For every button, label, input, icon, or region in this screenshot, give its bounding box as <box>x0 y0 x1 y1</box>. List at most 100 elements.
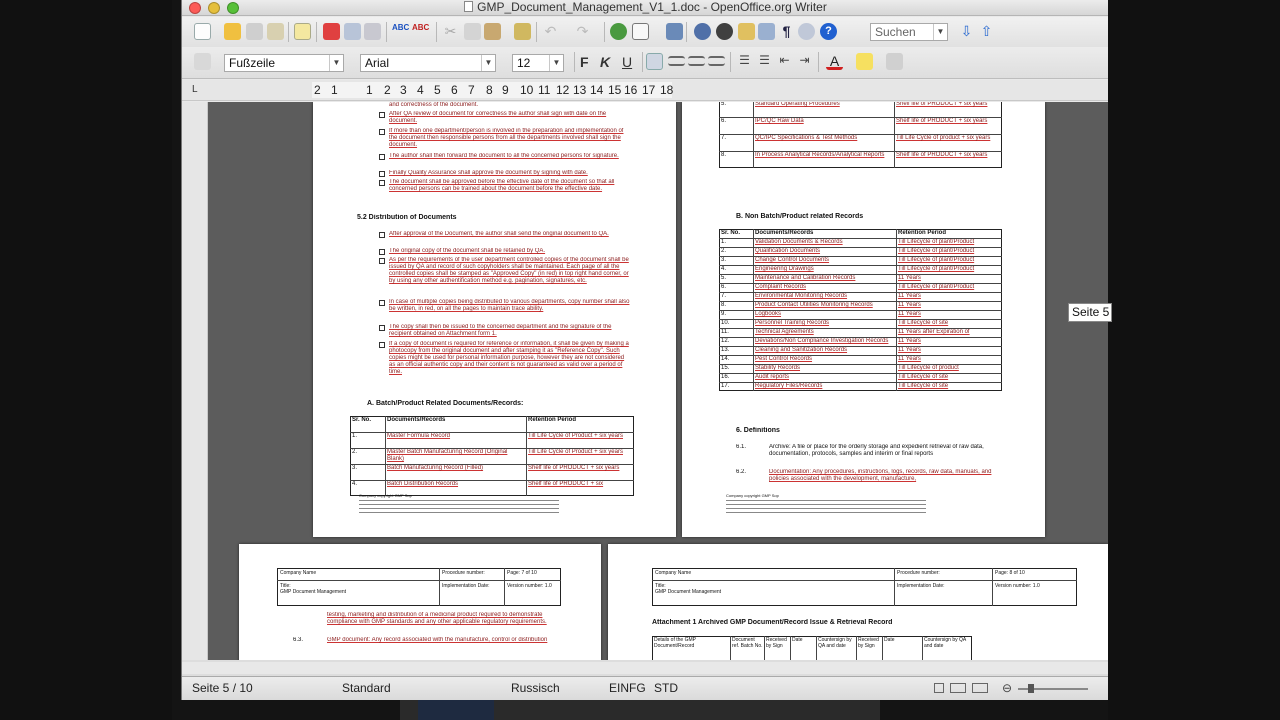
list-item: As per the requirements of the user depa… <box>389 257 629 284</box>
standard-toolbar: ABC ABC ✂ ↶ ↷ ¶ ? Suchen ▼ ⇩ ⇧ <box>182 17 1108 47</box>
find-previous-icon[interactable]: ⇧ <box>978 23 995 40</box>
paste-icon[interactable] <box>484 23 501 40</box>
page-bottom-left[interactable]: Company Name Procedure number: Page: 7 of … <box>239 544 601 660</box>
navigator-icon[interactable] <box>694 23 711 40</box>
show-draw-functions-icon[interactable] <box>666 23 683 40</box>
document-icon <box>464 1 474 12</box>
italic-button[interactable]: K <box>600 54 610 70</box>
insert-mode[interactable]: EINFG <box>609 681 646 695</box>
increase-indent-icon[interactable]: ⇥ <box>796 53 813 70</box>
format-paintbrush-icon[interactable] <box>514 23 531 40</box>
align-left-icon[interactable] <box>646 53 663 70</box>
screen: GMP_Document_Management_V1_1.doc - OpenO… <box>0 0 1280 720</box>
undo-icon[interactable]: ↶ <box>542 23 559 40</box>
table-cell: 14. <box>721 356 730 362</box>
chevron-down-icon[interactable]: ▼ <box>329 55 343 71</box>
table-cell: Validation Documents & Records <box>755 239 843 245</box>
book-view-icon[interactable] <box>972 683 988 693</box>
edit-file-icon[interactable] <box>294 23 311 40</box>
spellcheck-icon[interactable]: ABC <box>392 23 409 40</box>
ruler-number: 5 <box>434 83 441 97</box>
table-cell: Shelf life of PRODUCT + six years <box>528 465 620 471</box>
horizontal-scrollbar[interactable] <box>182 660 1108 676</box>
bullets-icon[interactable]: ☰ <box>756 53 773 70</box>
table-cell: 11 Years <box>898 302 921 308</box>
hyperlink-icon[interactable] <box>610 23 627 40</box>
page-indicator[interactable]: Seite 5 / 10 <box>192 681 253 695</box>
vertical-ruler[interactable] <box>182 102 208 660</box>
table-header-cell: Documents/Records <box>755 230 814 236</box>
justify-icon[interactable] <box>708 56 725 66</box>
table-cell: 6. <box>721 118 727 124</box>
numbering-icon[interactable]: ☰ <box>736 53 753 70</box>
font-name-select[interactable]: Arial ▼ <box>360 54 496 72</box>
multi-page-view-icon[interactable] <box>950 683 966 693</box>
dock-item[interactable] <box>418 700 494 720</box>
horizontal-ruler[interactable]: L 2 1 1 2 3 4 5 6 7 8 9 10 11 12 13 14 15 16 17 18 <box>182 80 1108 101</box>
export-pdf-icon[interactable] <box>323 23 340 40</box>
gallery-icon[interactable] <box>716 23 733 40</box>
bold-button[interactable]: F <box>580 54 589 70</box>
search-input[interactable]: Suchen ▼ <box>870 23 948 41</box>
align-center-icon[interactable] <box>668 56 685 66</box>
font-name-value: Arial <box>365 56 390 70</box>
chevron-down-icon[interactable]: ▼ <box>549 55 563 71</box>
underline-button[interactable]: U <box>622 54 632 70</box>
scrollbar-thumb[interactable] <box>182 662 1108 674</box>
zoom-slider-handle[interactable] <box>1028 684 1034 693</box>
font-size-select[interactable]: 12 ▼ <box>512 54 564 72</box>
table-icon[interactable] <box>632 23 649 40</box>
table-cell: In Process Analytical Records/Analytical… <box>755 152 885 158</box>
new-document-icon[interactable] <box>194 23 211 40</box>
table-cell: Till Lifecycle of plant/Product <box>898 257 975 263</box>
table-header-cell: Sr. No. <box>352 417 372 423</box>
email-icon[interactable] <box>267 23 284 40</box>
chevron-down-icon[interactable]: ▼ <box>933 24 947 40</box>
help-icon[interactable]: ? <box>820 23 837 40</box>
highlighting-icon[interactable] <box>856 53 873 70</box>
status-bar: Seite 5 / 10 Standard Russisch EINFG STD… <box>182 676 1108 700</box>
table-cell: Technical Agreements <box>755 329 814 335</box>
single-page-view-icon[interactable] <box>934 683 944 693</box>
find-next-icon[interactable]: ⇩ <box>958 23 975 40</box>
table-cell: Shelf life of PRODUCT + six years <box>896 152 988 158</box>
table-col-line <box>816 636 817 660</box>
table-col-line <box>882 636 883 660</box>
header-col-line <box>992 568 993 606</box>
autospellcheck-icon[interactable]: ABC <box>412 23 429 40</box>
decrease-indent-icon[interactable]: ⇤ <box>776 53 793 70</box>
cut-icon[interactable]: ✂ <box>442 23 459 40</box>
document-area[interactable]: and correctness of the document. After QA… <box>182 102 1108 660</box>
zoom-icon[interactable] <box>798 23 815 40</box>
styles-formatting-icon[interactable] <box>194 53 211 70</box>
copy-icon[interactable] <box>464 23 481 40</box>
zoom-out-icon[interactable]: ⊖ <box>1002 681 1012 695</box>
page-preview-icon[interactable] <box>364 23 381 40</box>
page-bottom-right[interactable]: Company Name Procedure number: Page: 8 of … <box>608 544 1108 660</box>
formatting-marks-icon[interactable]: ¶ <box>778 23 795 40</box>
page-right[interactable]: 5. Standard Operating Procedures Shelf lif… <box>682 102 1045 537</box>
chevron-down-icon[interactable]: ▼ <box>481 55 495 71</box>
selection-mode[interactable]: STD <box>654 681 678 695</box>
page-left[interactable]: and correctness of the document. After QA… <box>313 102 676 537</box>
checkbox-icon <box>379 171 385 177</box>
paragraph-style-select[interactable]: Fußzeile ▼ <box>224 54 344 72</box>
table-cell: 11 Years <box>898 347 921 353</box>
database-icon[interactable] <box>758 23 775 40</box>
tab-stop-icon[interactable]: L <box>192 84 198 95</box>
language[interactable]: Russisch <box>511 681 560 695</box>
page-style[interactable]: Standard <box>342 681 391 695</box>
font-color-icon[interactable]: A <box>826 53 843 70</box>
redo-icon[interactable]: ↷ <box>574 23 591 40</box>
table-cell: Till Lifecycle of site <box>898 374 949 380</box>
subsection-heading-a: A. Batch/Product Related Documents/Recor… <box>367 400 524 407</box>
save-icon[interactable] <box>246 23 263 40</box>
data-sources-icon[interactable] <box>738 23 755 40</box>
separator <box>574 52 575 72</box>
background-color-icon[interactable] <box>886 53 903 70</box>
print-icon[interactable] <box>344 23 361 40</box>
open-folder-icon[interactable] <box>224 23 241 40</box>
list-item: and correctness of the document. <box>389 102 479 107</box>
table-header-cell: Retention Period <box>528 417 577 423</box>
align-right-icon[interactable] <box>688 56 705 66</box>
